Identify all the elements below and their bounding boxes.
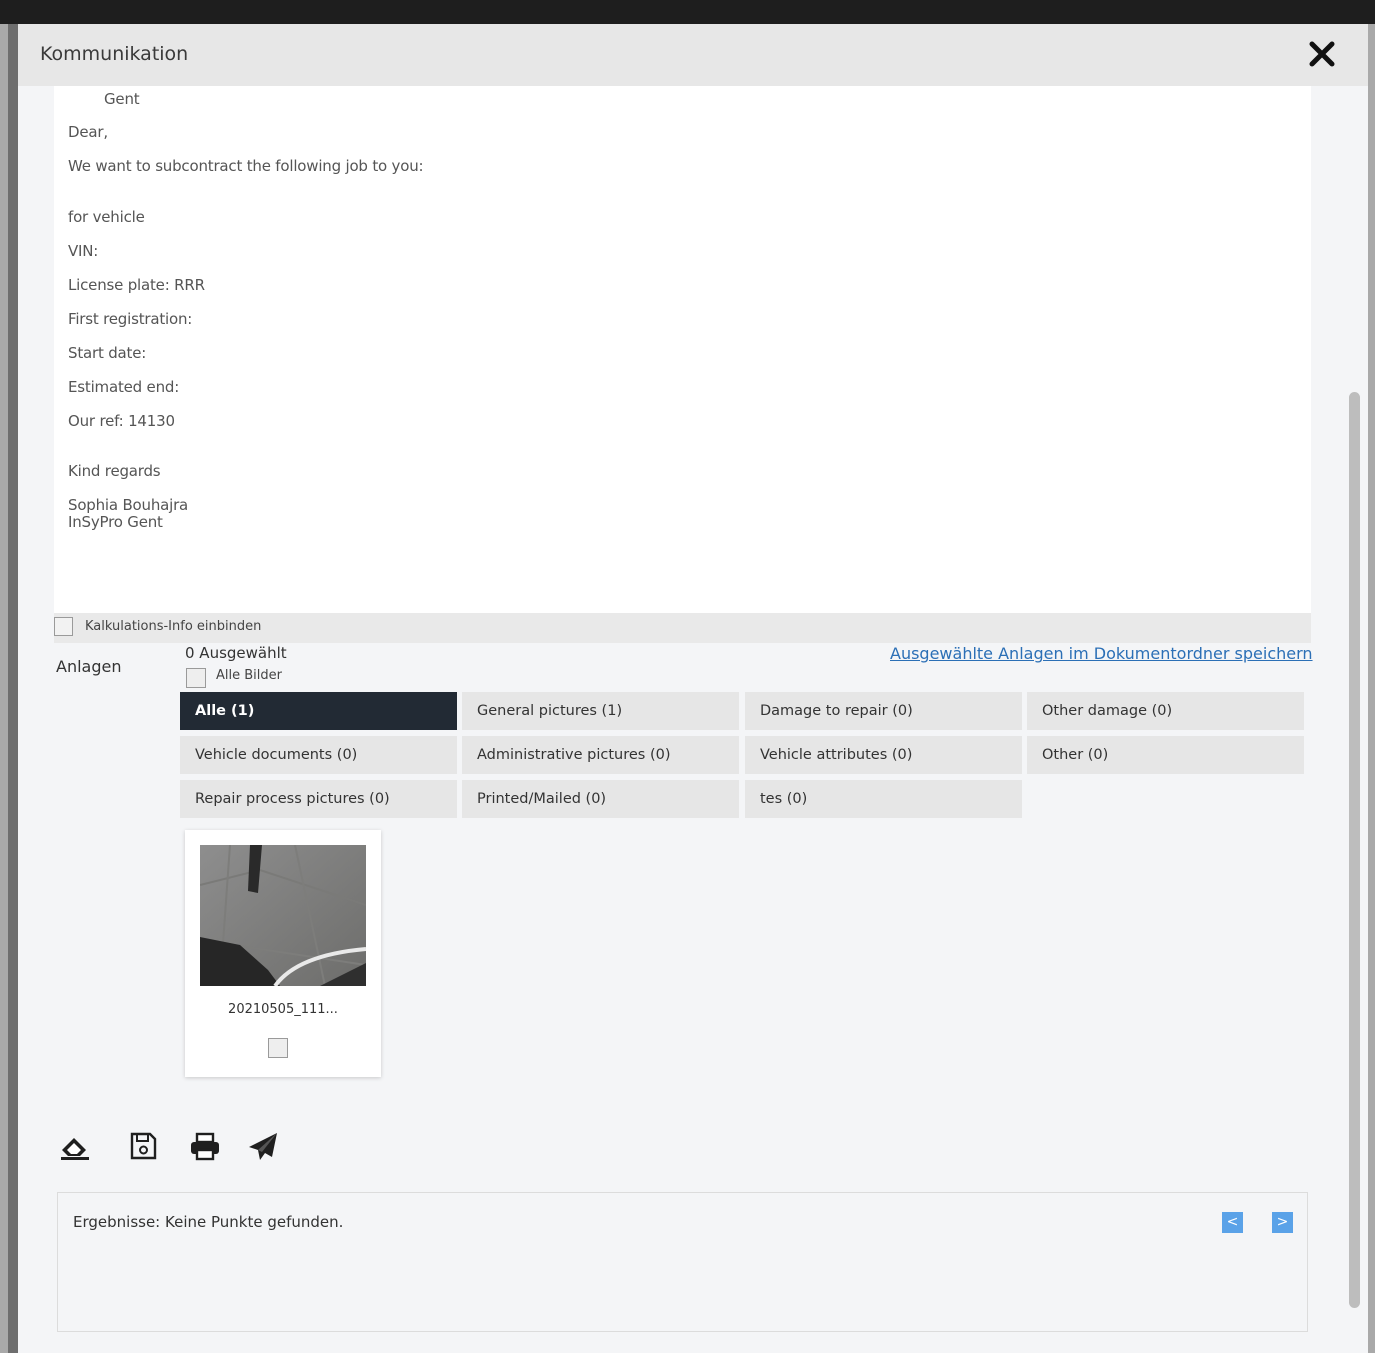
previous-page-button[interactable]: < — [1222, 1212, 1243, 1233]
attachment-card: 20210505_111... — [185, 830, 381, 1077]
calc-info-label: Kalkulations-Info einbinden — [85, 619, 262, 634]
editor-line: Start date: — [68, 344, 147, 362]
editor-line: First registration: — [68, 310, 193, 328]
save-to-document-folder-link[interactable]: Ausgewählte Anlagen im Dokumentordner sp… — [890, 644, 1313, 663]
tab-vehicle-documents[interactable]: Vehicle documents (0) — [180, 736, 457, 774]
tab-damage-to-repair[interactable]: Damage to repair (0) — [745, 692, 1022, 730]
attachment-filename: 20210505_111... — [228, 1002, 338, 1017]
app-top-bar — [0, 0, 1375, 24]
background-page-left — [0, 24, 8, 1353]
all-pictures-label: Alle Bilder — [216, 668, 282, 683]
send-button[interactable] — [246, 1128, 280, 1164]
dialog-header: Kommunikation — [18, 24, 1368, 86]
attachment-thumbnail[interactable] — [200, 845, 366, 986]
close-button[interactable] — [1306, 38, 1338, 70]
tab-administrative-pictures[interactable]: Administrative pictures (0) — [462, 736, 739, 774]
eraser-icon — [61, 1138, 89, 1160]
send-icon — [249, 1133, 277, 1160]
save-button[interactable] — [126, 1128, 160, 1164]
editor-line: We want to subcontract the following job… — [68, 157, 424, 175]
photo-thumbnail-image — [200, 845, 366, 986]
results-text: Ergebnisse: Keine Punkte gefunden. — [73, 1213, 344, 1231]
editor-line: Kind regards — [68, 462, 161, 480]
tab-all[interactable]: Alle (1) — [180, 692, 457, 730]
calc-info-checkbox[interactable] — [54, 617, 73, 636]
message-editor[interactable]: Gent Dear, We want to subcontract the fo… — [54, 86, 1311, 613]
results-panel: Ergebnisse: Keine Punkte gefunden. < > — [57, 1192, 1308, 1332]
print-icon — [191, 1132, 219, 1161]
editor-line: License plate: RRR — [68, 276, 205, 294]
attachments-label: Anlagen — [56, 657, 122, 676]
selected-count: 0 Ausgewählt — [185, 644, 287, 662]
tab-vehicle-attributes[interactable]: Vehicle attributes (0) — [745, 736, 1022, 774]
editor-line: InSyPro Gent — [68, 513, 163, 531]
calc-info-row: Kalkulations-Info einbinden — [54, 613, 1311, 643]
dialog-scrollbar[interactable] — [1349, 392, 1360, 1308]
tab-tes[interactable]: tes (0) — [745, 780, 1022, 818]
all-pictures-checkbox[interactable] — [186, 668, 206, 688]
editor-line: Sophia Bouhajra — [68, 496, 189, 514]
communication-dialog: Kommunikation Gent Dear, We want to subc… — [18, 24, 1368, 1353]
clear-button[interactable] — [58, 1128, 92, 1164]
editor-line: Dear, — [68, 123, 108, 141]
save-icon — [130, 1132, 157, 1160]
dialog-title: Kommunikation — [40, 43, 189, 65]
tab-general-pictures[interactable]: General pictures (1) — [462, 692, 739, 730]
close-icon — [1309, 41, 1335, 67]
editor-line: VIN: — [68, 242, 99, 260]
editor-line: for vehicle — [68, 208, 145, 226]
tab-other[interactable]: Other (0) — [1027, 736, 1304, 774]
print-button[interactable] — [188, 1128, 222, 1164]
attachment-select-checkbox[interactable] — [268, 1038, 288, 1058]
editor-line: Estimated end: — [68, 378, 180, 396]
editor-line: Our ref: 14130 — [68, 412, 175, 430]
tab-repair-process-pictures[interactable]: Repair process pictures (0) — [180, 780, 457, 818]
editor-cutoff-line: Gent — [104, 90, 140, 108]
tab-printed-mailed[interactable]: Printed/Mailed (0) — [462, 780, 739, 818]
background-page-right — [1368, 24, 1375, 1353]
next-page-button[interactable]: > — [1272, 1212, 1293, 1233]
tab-other-damage[interactable]: Other damage (0) — [1027, 692, 1304, 730]
